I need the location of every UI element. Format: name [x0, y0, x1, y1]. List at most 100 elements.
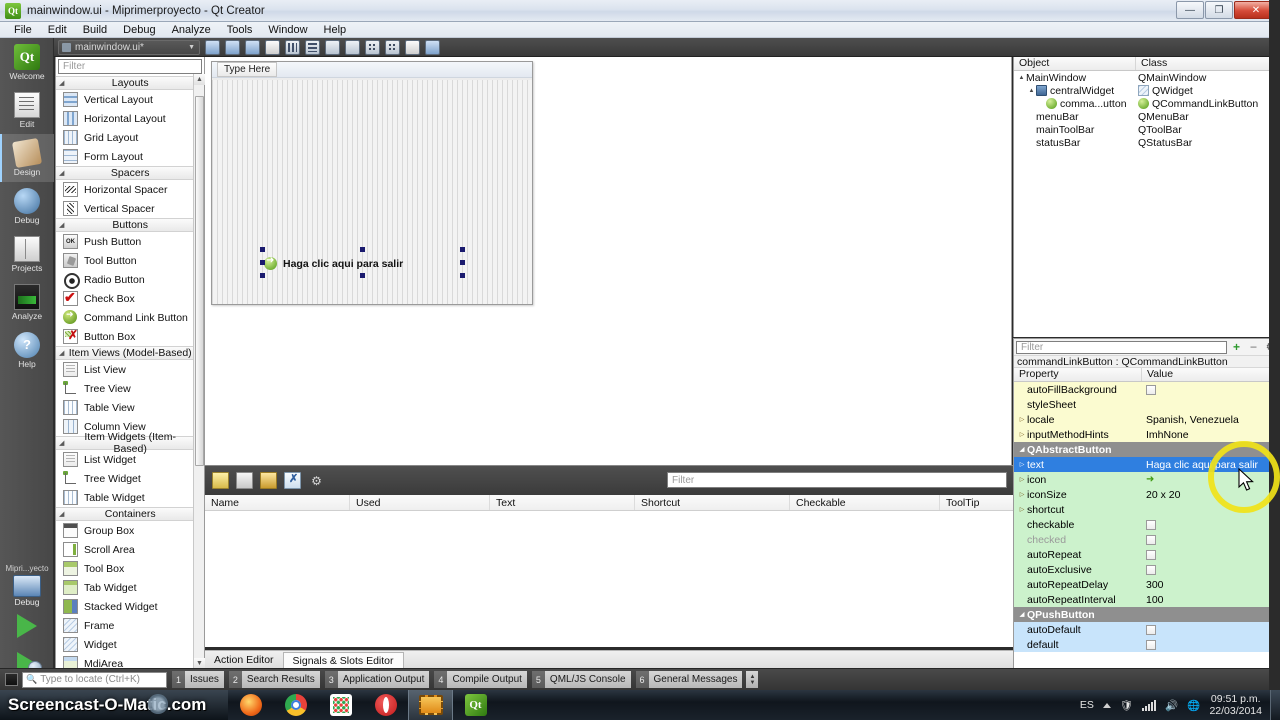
property-value-cell[interactable]: ➜ [1142, 474, 1280, 485]
widget-category-item-views-model-based[interactable]: ◢ Item Views (Model-Based) [56, 346, 204, 360]
expand-twisty-icon[interactable]: ▷ [1017, 431, 1027, 438]
action-column-header-tooltip[interactable]: ToolTip [940, 495, 1013, 510]
property-row-QPushButton[interactable]: ◢ QPushButton [1014, 607, 1280, 622]
checkbox[interactable] [1146, 384, 1156, 395]
widget-category-containers[interactable]: ◢ Containers [56, 507, 204, 521]
property-row-autoRepeatInterval[interactable]: autoRepeatInterval 100 [1014, 592, 1280, 607]
widget-item-push-button[interactable]: OK Push Button [56, 232, 204, 251]
open-file-combo[interactable]: mainwindow.ui* ▼ [58, 39, 200, 55]
run-button[interactable] [0, 607, 54, 645]
widget-box-filter-input[interactable]: Filter [58, 59, 202, 74]
menu-item-build[interactable]: Build [75, 23, 115, 37]
taskbar-firefox-icon[interactable] [228, 690, 273, 720]
checkbox[interactable] [1146, 624, 1156, 635]
object-row[interactable]: comma...utton QCommandLinkButton [1014, 97, 1280, 110]
property-value-cell[interactable]: ImhNone [1142, 429, 1280, 441]
property-row-autoFillBackground[interactable]: autoFillBackground [1014, 382, 1280, 397]
property-value-cell[interactable]: 100 [1142, 594, 1280, 606]
checkbox[interactable] [1146, 549, 1156, 560]
widget-category-item-widgets-item-based[interactable]: ◢ Item Widgets (Item-Based) [56, 431, 204, 455]
new-action-icon[interactable] [212, 472, 229, 489]
widget-item-horizontal-layout[interactable]: Horizontal Layout [56, 109, 204, 128]
break-layout-icon[interactable] [245, 39, 260, 55]
selection-handle[interactable] [260, 247, 265, 252]
widget-item-frame[interactable]: Frame [56, 616, 204, 635]
object-row[interactable]: ▲ MainWindow QMainWindow [1014, 71, 1280, 84]
layout-grid-icon[interactable] [385, 39, 400, 55]
property-value-cell[interactable] [1142, 549, 1280, 560]
property-value-cell[interactable] [1142, 639, 1280, 650]
widget-category-spacers[interactable]: ◢ Spacers [56, 166, 204, 180]
selection-handle[interactable] [360, 247, 365, 252]
action-column-header-checkable[interactable]: Checkable [790, 495, 940, 510]
delete-action-icon[interactable] [284, 472, 301, 489]
network-icon[interactable] [1142, 699, 1157, 711]
widget-category-buttons[interactable]: ◢ Buttons [56, 218, 204, 232]
property-filter-input[interactable]: Filter [1016, 340, 1227, 354]
selection-handle[interactable] [260, 273, 265, 278]
taskbar-chrome-icon[interactable] [273, 690, 318, 720]
tab-signals-slots-editor[interactable]: Signals & Slots Editor [282, 652, 404, 668]
widget-item-group-box[interactable]: Group Box [56, 521, 204, 540]
command-link-button-widget[interactable]: Haga clic aqui para salir [264, 251, 469, 277]
widget-box-scrollbar[interactable]: ▲ ▼ [193, 74, 205, 669]
minimize-button[interactable]: — [1176, 1, 1204, 19]
property-row-checkable[interactable]: checkable [1014, 517, 1280, 532]
mode-projects[interactable]: Projects [0, 230, 54, 278]
menu-item-edit[interactable]: Edit [40, 23, 75, 37]
update-icon[interactable]: 🌐 [1187, 699, 1200, 712]
expand-twisty-icon[interactable]: ▲ [1027, 88, 1036, 94]
language-indicator[interactable]: ES [1080, 699, 1094, 711]
widget-item-scroll-area[interactable]: Scroll Area [56, 540, 204, 559]
widget-item-vertical-spacer[interactable]: Vertical Spacer [56, 199, 204, 218]
property-row-shortcut[interactable]: ▷ shortcut [1014, 502, 1280, 517]
selection-handle[interactable] [460, 273, 465, 278]
mode-analyze[interactable]: Analyze [0, 278, 54, 326]
taskbar-screencast-o-matic-icon[interactable] [408, 690, 453, 720]
menu-item-help[interactable]: Help [316, 23, 355, 37]
mode-design[interactable]: Design [0, 134, 54, 182]
edit-widgets-icon[interactable] [425, 39, 440, 55]
action-column-header-text[interactable]: Text [490, 495, 635, 510]
scroll-up-icon[interactable]: ▲ [194, 74, 205, 85]
output-pane-button-application-output[interactable]: 3 Application Output [324, 671, 430, 688]
menu-item-window[interactable]: Window [260, 23, 315, 37]
widget-item-tree-widget[interactable]: Tree Widget [56, 469, 204, 488]
property-value-cell[interactable] [1142, 519, 1280, 530]
selection-handle[interactable] [460, 247, 465, 252]
widget-item-mdiarea[interactable]: MdiArea [56, 654, 204, 668]
expand-twisty-icon[interactable]: ◢ [59, 79, 64, 87]
checkbox[interactable] [1146, 639, 1156, 650]
add-property-button[interactable]: + [1229, 340, 1244, 354]
layout-splitter-h-icon[interactable] [325, 39, 340, 55]
property-row-inputMethodHints[interactable]: ▷ inputMethodHints ImhNone [1014, 427, 1280, 442]
property-row-QAbstractButton[interactable]: ◢ QAbstractButton [1014, 442, 1280, 457]
action-center-icon[interactable]: 🛡 [1120, 699, 1133, 712]
widget-item-table-view[interactable]: Table View [56, 398, 204, 417]
property-row-default[interactable]: default [1014, 637, 1280, 652]
property-row-autoRepeat[interactable]: autoRepeat [1014, 547, 1280, 562]
widget-item-tool-button[interactable]: Tool Button [56, 251, 204, 270]
property-row-autoExclusive[interactable]: autoExclusive [1014, 562, 1280, 577]
clock[interactable]: 09:51 p.m. 22/03/2014 [1209, 693, 1262, 717]
output-pane-updown-button[interactable]: ▲ ▼ [746, 671, 759, 688]
widget-item-stacked-widget[interactable]: Stacked Widget [56, 597, 204, 616]
property-column-header[interactable]: Property [1014, 368, 1142, 381]
output-pane-button-compile-output[interactable]: 4 Compile Output [434, 671, 527, 688]
menu-item-debug[interactable]: Debug [115, 23, 163, 37]
show-desktop-button[interactable] [1270, 690, 1280, 720]
type-here-placeholder[interactable]: Type Here [217, 62, 278, 77]
expand-twisty-icon[interactable]: ◢ [59, 510, 64, 518]
widget-item-tree-view[interactable]: Tree View [56, 379, 204, 398]
expand-twisty-icon[interactable]: ◢ [59, 439, 64, 447]
mode-debug[interactable]: Debug [0, 182, 54, 230]
lay-out-size-icon[interactable] [225, 39, 240, 55]
widget-item-tool-box[interactable]: Tool Box [56, 559, 204, 578]
expand-twisty-icon[interactable]: ▷ [1017, 491, 1027, 498]
action-column-header-used[interactable]: Used [350, 495, 490, 510]
expand-twisty-icon[interactable]: ◢ [59, 221, 64, 229]
action-column-header-name[interactable]: Name [205, 495, 350, 510]
scrollbar-thumb[interactable] [195, 96, 204, 466]
form-designer-canvas[interactable]: Type Here Haga clic aqui para salir [205, 57, 1012, 465]
action-table-body[interactable] [205, 511, 1013, 641]
